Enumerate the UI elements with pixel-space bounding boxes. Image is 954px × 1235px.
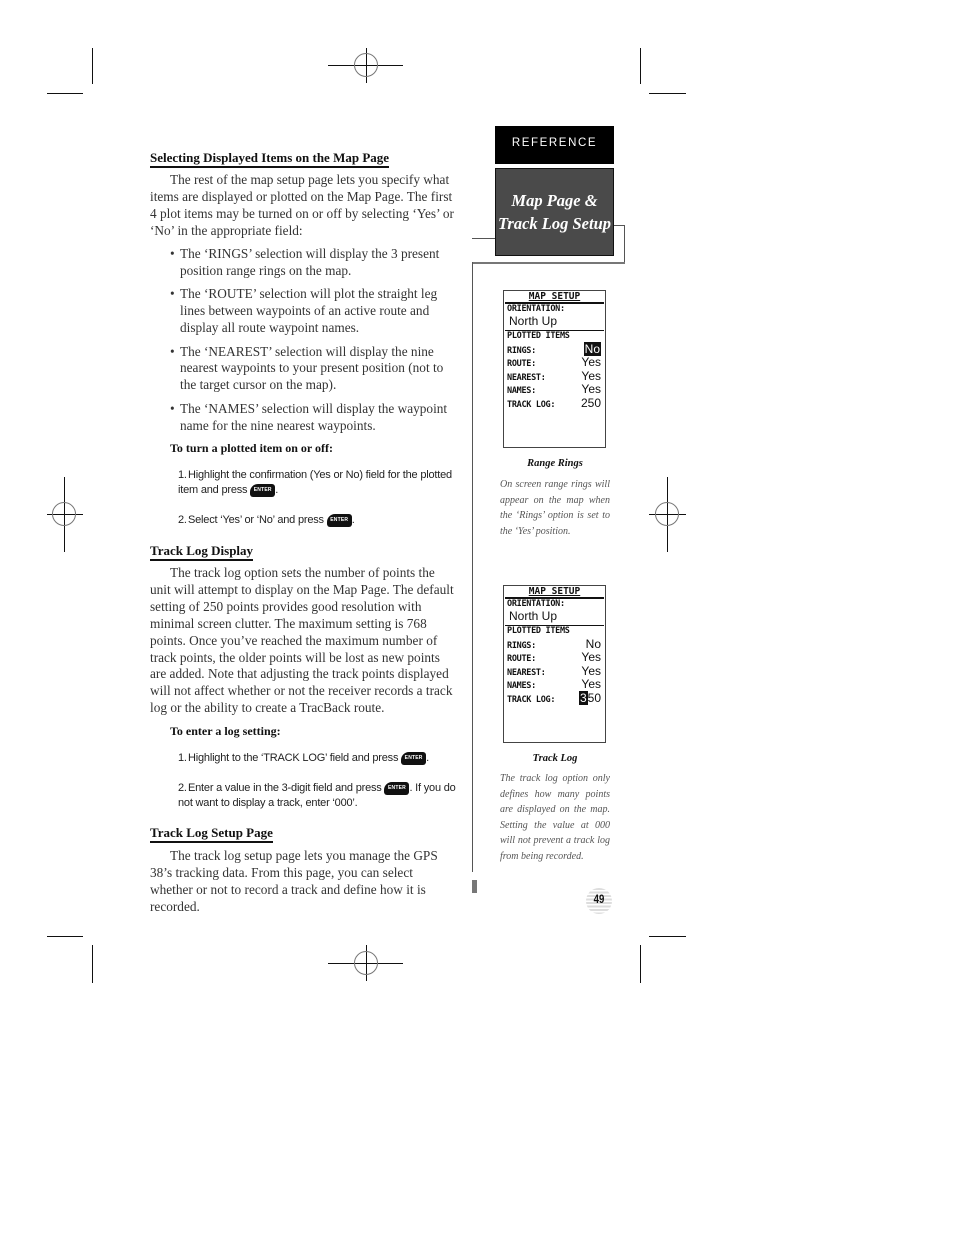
caption-text-range-rings: On screen range rings will appear on the…: [500, 479, 610, 537]
procedure-step: 2.Select ‘Yes’ or ‘No’ and press ENTER.: [178, 513, 355, 527]
tab-connector: [624, 225, 625, 263]
screen-title: MAP SETUP: [528, 291, 581, 302]
cursor-digit: 3: [578, 690, 588, 705]
crop-mark: [47, 93, 83, 94]
list-item: • The ‘NEAREST’ selection will display th…: [170, 343, 444, 393]
procedure-step: 1.Highlight the confirmation (Yes or No)…: [178, 469, 452, 497]
caption-title-range-rings: Range Rings: [527, 458, 583, 469]
tab-connector: [472, 238, 496, 239]
crop-mark: [640, 945, 641, 983]
crop-mark: [92, 945, 93, 983]
chapter-title-line-2: Track Log Setup: [497, 214, 612, 233]
caption-title-track-log: Track Log: [532, 753, 578, 764]
screen-title: MAP SETUP: [528, 586, 581, 597]
gps-screen-track-log: MAP SETUP ORIENTATION: North Up PLOTTED …: [503, 585, 606, 743]
enter-key-icon: ENTER: [326, 513, 352, 527]
list-item: • The ‘NAMES’ selection will display the …: [170, 400, 448, 433]
orientation-value: North Up: [509, 314, 558, 328]
screen-row-route: ROUTE: Yes: [507, 355, 601, 370]
screen-row-nearest: NEAREST: Yes: [507, 663, 601, 678]
crop-mark: [649, 93, 686, 94]
enter-key-icon: ENTER: [384, 781, 410, 795]
list-item: • The ‘ROUTE’ selection will plot the str…: [170, 286, 438, 336]
page-number-globe-icon: 49: [586, 888, 612, 914]
track-log-setup-body: The track log setup page lets you manage…: [150, 848, 438, 914]
crop-mark: [649, 936, 686, 937]
plotted-items-label: PLOTTED ITEMS: [507, 626, 570, 636]
procedure-step: 2.Enter a value in the 3-digit field and…: [178, 781, 456, 809]
crop-mark: [92, 48, 93, 84]
enter-key-icon: ENTER: [250, 483, 276, 497]
crop-mark: [640, 48, 641, 84]
screen-row-rings: RINGS: No: [507, 637, 601, 651]
screen-row-route: ROUTE: Yes: [507, 650, 601, 665]
caption-text-track-log: The track log option only defines how ma…: [500, 773, 610, 862]
plotted-items-label: PLOTTED ITEMS: [507, 331, 570, 341]
procedure-step: 1.Highlight to the ‘TRACK LOG’ field and…: [178, 751, 430, 765]
gps-screen-range-rings: MAP SETUP ORIENTATION: North Up PLOTTED …: [503, 290, 606, 448]
enter-key-icon: ENTER: [401, 751, 427, 765]
section-tab-reference: REFERENCE: [495, 126, 614, 164]
tab-connector: [472, 262, 625, 264]
orientation-value: North Up: [509, 609, 558, 623]
section-heading-selecting: Selecting Displayed Items on the Map Pag…: [150, 150, 390, 168]
chapter-title-line-1: Map Page &: [511, 191, 598, 210]
selecting-intro: The rest of the map setup page lets you …: [150, 172, 454, 238]
chapter-title: Map Page & Track Log Setup: [495, 168, 614, 256]
section-heading-track-log-display: Track Log Display: [150, 543, 254, 561]
screen-row-rings: RINGS: No: [507, 342, 601, 356]
procedure-title-plotted: To turn a plotted item on or off:: [170, 441, 333, 455]
screen-row-track-log: TRACK LOG: 250: [507, 395, 601, 410]
screen-row-nearest: NEAREST: Yes: [507, 368, 601, 383]
column-divider: [472, 262, 473, 872]
column-divider-marker: [472, 880, 477, 893]
list-item: • The ‘RINGS’ selection will display the …: [170, 246, 440, 278]
screen-row-names: NAMES: Yes: [507, 382, 601, 397]
screen-row-names: NAMES: Yes: [507, 677, 601, 692]
track-log-display-body: The track log option sets the number of …: [150, 565, 454, 716]
screen-row-track-log: TRACK LOG: 350: [507, 690, 601, 705]
plot-items-list: • The ‘RINGS’ selection will display the …: [170, 246, 460, 441]
crop-mark: [47, 936, 83, 937]
procedure-title-log: To enter a log setting:: [170, 724, 281, 738]
page-number: 49: [593, 892, 605, 906]
section-heading-track-log-setup: Track Log Setup Page: [150, 825, 273, 843]
